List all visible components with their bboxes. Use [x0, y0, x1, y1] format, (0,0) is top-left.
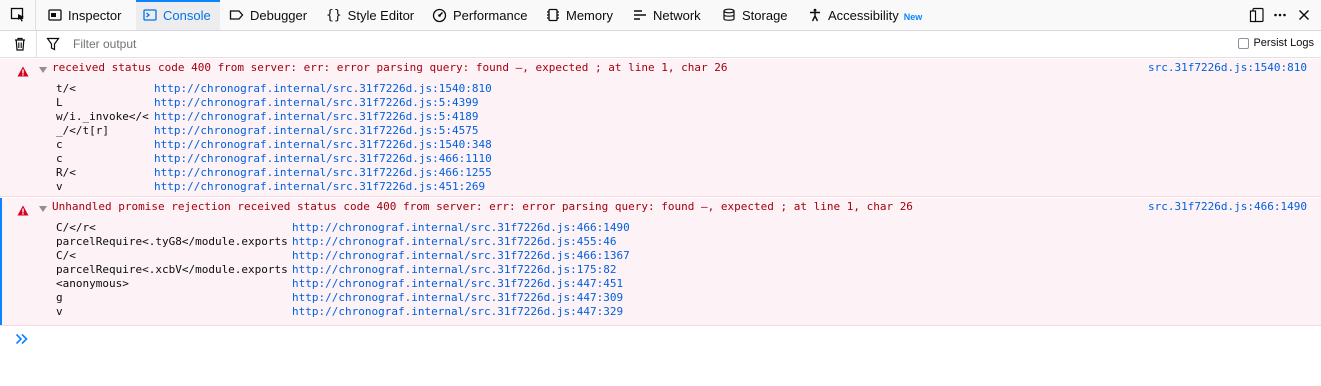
frame-function: c	[56, 152, 63, 165]
tab-network[interactable]: Network	[633, 0, 701, 30]
console-filter-bar: Persist Logs	[0, 31, 1321, 58]
frame-location-link[interactable]: http://chronograf.internal/src.31f7226d.…	[154, 152, 492, 166]
selected-message-indicator	[0, 198, 2, 325]
tab-label: Storage	[742, 7, 788, 23]
tab-performance[interactable]: Performance	[432, 0, 527, 30]
console-error-message: received status code 400 from server: er…	[0, 59, 1321, 197]
tab-label: Style Editor	[347, 7, 415, 23]
frame-location-link[interactable]: http://chronograf.internal/src.31f7226d.…	[292, 291, 623, 305]
error-source-link[interactable]: src.31f7226d.js:1540:810	[1148, 61, 1307, 74]
frame-function: <anonymous>	[56, 277, 129, 290]
memory-icon	[547, 8, 559, 22]
accessibility-icon	[810, 8, 820, 22]
tab-label: Console	[163, 7, 211, 23]
tab-debugger[interactable]: Debugger	[229, 0, 307, 30]
frame-function: v	[56, 180, 63, 193]
frame-location-link[interactable]: http://chronograf.internal/src.31f7226d.…	[154, 138, 492, 152]
tab-memory[interactable]: Memory	[546, 0, 613, 30]
frame-function: L	[56, 96, 63, 109]
more-dots-icon	[1274, 13, 1286, 17]
tab-accessibility[interactable]: Accessibility New	[808, 0, 922, 30]
dock-toggle-button[interactable]	[1249, 0, 1271, 30]
frame-function: parcelRequire<.xcbV</module.exports	[56, 263, 288, 276]
frame-location-link[interactable]: http://chronograf.internal/src.31f7226d.…	[154, 110, 479, 124]
element-picker-button[interactable]	[0, 0, 36, 30]
devtools-toolbar: Inspector Console Debugger {} Style Edit…	[0, 0, 1321, 31]
frame-location-link[interactable]: http://chronograf.internal/src.31f7226d.…	[292, 221, 630, 235]
network-icon	[634, 10, 646, 20]
dock-side-icon	[1249, 7, 1264, 23]
element-picker-icon	[10, 7, 24, 22]
expand-toggle-icon[interactable]	[39, 67, 47, 73]
expand-toggle-icon[interactable]	[39, 206, 47, 212]
frame-location-link[interactable]: http://chronograf.internal/src.31f7226d.…	[154, 180, 485, 194]
tab-console[interactable]: Console	[136, 0, 220, 30]
inspector-icon	[48, 9, 62, 21]
persist-logs-label: Persist Logs	[1253, 37, 1314, 49]
style-editor-icon: {}	[326, 7, 342, 23]
error-source-link[interactable]: src.31f7226d.js:466:1490	[1148, 200, 1307, 213]
tab-label: Inspector	[68, 7, 122, 23]
frame-location-link[interactable]: http://chronograf.internal/src.31f7226d.…	[154, 166, 492, 180]
new-badge: New	[903, 11, 923, 22]
options-menu-button[interactable]	[1273, 0, 1293, 30]
warning-icon	[17, 64, 29, 82]
tab-inspector[interactable]: Inspector	[48, 0, 134, 30]
console-error-message: Unhandled promise rejection received sta…	[0, 198, 1321, 326]
chevron-right-icon	[15, 333, 28, 345]
tab-storage[interactable]: Storage	[722, 0, 788, 30]
frame-function: c	[56, 138, 63, 151]
tab-label: Network	[653, 7, 701, 23]
tab-style-editor[interactable]: {} Style Editor	[326, 0, 414, 30]
frame-location-link[interactable]: http://chronograf.internal/src.31f7226d.…	[292, 277, 623, 291]
filter-output-input[interactable]	[73, 37, 473, 51]
frame-location-link[interactable]: http://chronograf.internal/src.31f7226d.…	[292, 249, 630, 263]
frame-function: w/i._invoke</<	[56, 110, 149, 123]
frame-function: R/<	[56, 166, 76, 179]
frame-location-link[interactable]: http://chronograf.internal/src.31f7226d.…	[292, 305, 623, 319]
warning-icon	[17, 203, 29, 221]
frame-function: C/<	[56, 249, 76, 262]
tab-label: Accessibility	[828, 7, 899, 23]
frame-location-link[interactable]: http://chronograf.internal/src.31f7226d.…	[154, 82, 492, 96]
debugger-icon	[229, 10, 244, 20]
frame-function: v	[56, 305, 63, 318]
close-devtools-button[interactable]	[1298, 0, 1316, 30]
tab-label: Performance	[453, 7, 528, 23]
frame-location-link[interactable]: http://chronograf.internal/src.31f7226d.…	[154, 124, 479, 138]
frame-location-link[interactable]: http://chronograf.internal/src.31f7226d.…	[154, 96, 479, 110]
close-icon	[1299, 10, 1309, 20]
persist-logs-toggle[interactable]: Persist Logs	[1238, 37, 1314, 49]
storage-icon	[723, 8, 735, 21]
frame-function: C/</r<	[56, 221, 96, 234]
trash-icon	[15, 37, 25, 51]
persist-logs-checkbox[interactable]	[1238, 37, 1250, 49]
tab-label: Memory	[566, 7, 613, 23]
performance-icon	[432, 8, 447, 22]
frame-location-link[interactable]: http://chronograf.internal/src.31f7226d.…	[292, 235, 617, 249]
filter-icon	[46, 37, 60, 56]
console-input-prompt[interactable]	[15, 332, 29, 350]
frame-location-link[interactable]: http://chronograf.internal/src.31f7226d.…	[292, 263, 617, 277]
tab-label: Debugger	[250, 7, 308, 23]
clear-console-button[interactable]	[13, 37, 27, 56]
toolbar-divider	[36, 31, 37, 57]
error-message-text: received status code 400 from server: er…	[52, 61, 728, 74]
error-message-text: Unhandled promise rejection received sta…	[52, 200, 913, 213]
frame-function: t/<	[56, 82, 76, 95]
console-icon	[143, 9, 157, 21]
frame-function: _/</t[r]	[56, 124, 109, 137]
frame-function: parcelRequire<.tyG8</module.exports	[56, 235, 288, 248]
frame-function: g	[56, 291, 63, 304]
